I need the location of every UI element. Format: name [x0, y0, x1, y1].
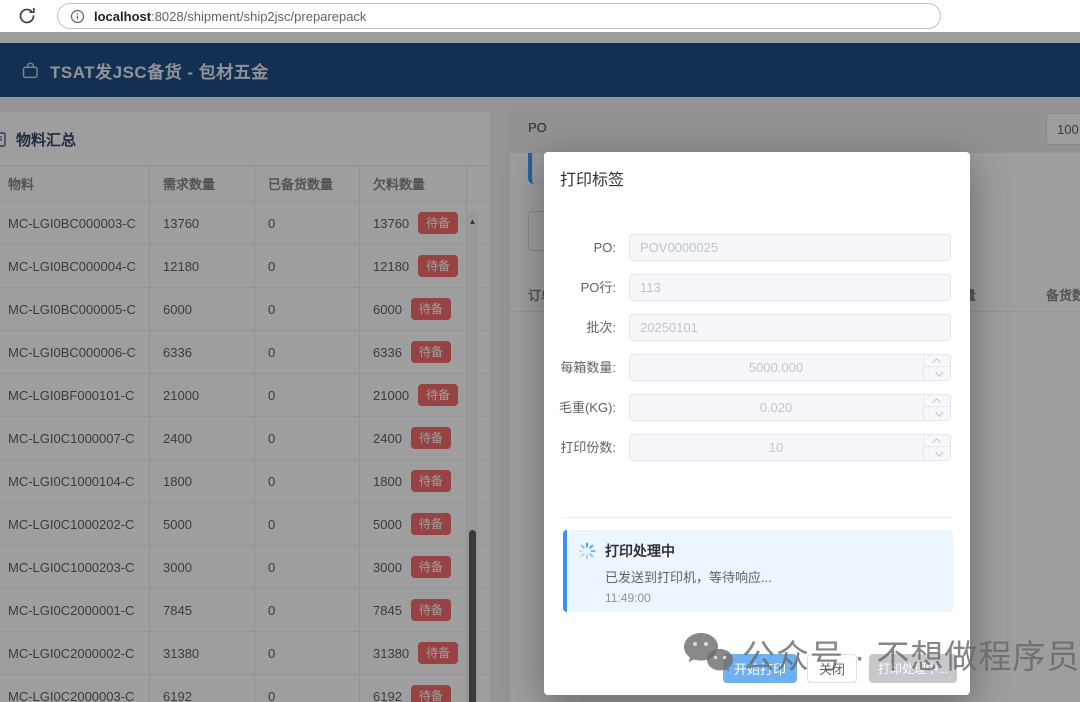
loading-spinner-icon — [578, 542, 596, 560]
print-copies-stepper[interactable] — [629, 434, 951, 461]
url-text: localhost:8028/shipment/ship2jsc/prepare… — [94, 9, 366, 24]
spinner-down-icon[interactable] — [924, 408, 951, 420]
gross-weight-label: 毛重(KG): — [558, 400, 616, 415]
batch-field[interactable] — [629, 314, 951, 341]
close-button[interactable]: 关闭 — [807, 654, 857, 683]
dialog-footer: 开始打印 关闭 打印处理中... — [544, 654, 970, 683]
number-spinner — [923, 395, 951, 420]
po-field[interactable] — [629, 234, 951, 261]
gross-weight-stepper[interactable] — [629, 394, 951, 421]
spinner-down-icon[interactable] — [924, 368, 951, 380]
address-bar[interactable]: localhost:8028/shipment/ship2jsc/prepare… — [57, 3, 941, 29]
number-spinner — [923, 355, 951, 380]
spinner-up-icon[interactable] — [924, 355, 951, 367]
dialog-form: PO: PO行: 批次: 每箱数量: — [544, 234, 970, 474]
spinner-up-icon[interactable] — [924, 395, 951, 407]
status-title: 打印处理中 — [605, 543, 675, 559]
screen: localhost:8028/shipment/ship2jsc/prepare… — [0, 0, 1080, 702]
printing-status-button[interactable]: 打印处理中... — [869, 654, 957, 683]
refresh-icon[interactable] — [16, 5, 38, 27]
divider — [563, 517, 953, 518]
po-line-field[interactable] — [629, 274, 951, 301]
spinner-up-icon[interactable] — [924, 435, 951, 447]
batch-label: 批次: — [586, 320, 616, 335]
status-time: 11:49:00 — [605, 591, 651, 605]
po-label: PO: — [593, 240, 616, 255]
print-status-alert: 打印处理中 已发送到打印机，等待响应... 11:49:00 — [563, 530, 953, 612]
number-spinner — [923, 435, 951, 460]
info-icon[interactable] — [70, 9, 85, 24]
qty-per-box-label: 每箱数量: — [560, 360, 616, 375]
spinner-down-icon[interactable] — [924, 448, 951, 460]
print-copies-label: 打印份数: — [560, 440, 616, 455]
browser-bar: localhost:8028/shipment/ship2jsc/prepare… — [0, 0, 1080, 32]
url-host: localhost — [94, 8, 152, 24]
qty-per-box-stepper[interactable] — [629, 354, 951, 381]
po-line-label: PO行: — [580, 280, 616, 295]
dialog-title: 打印标签 — [560, 172, 625, 189]
status-message: 已发送到打印机，等待响应... — [605, 570, 772, 585]
print-label-dialog: 打印标签 PO: PO行: 批次: 每箱数量: — [544, 152, 970, 695]
url-path: :8028/shipment/ship2jsc/preparepack — [151, 8, 367, 24]
start-print-button[interactable]: 开始打印 — [723, 654, 797, 683]
